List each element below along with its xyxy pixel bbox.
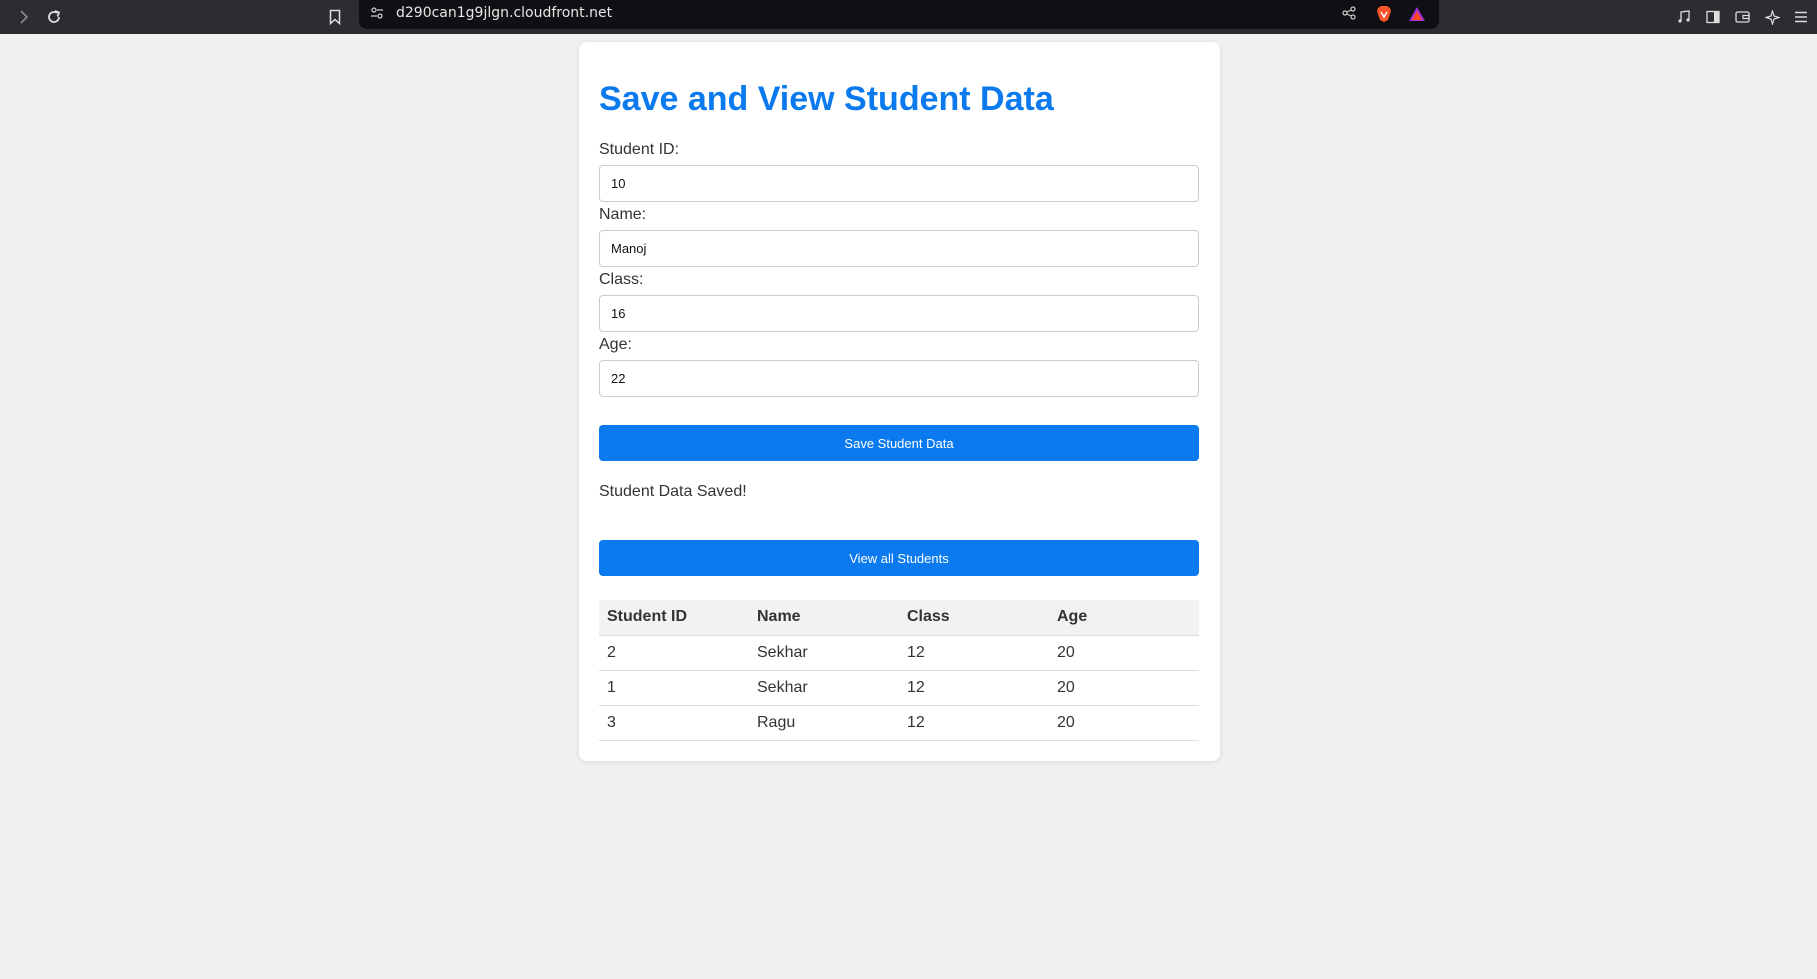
media-icon[interactable] (1670, 0, 1698, 34)
cell-class: 12 (899, 670, 1049, 706)
name-input[interactable] (599, 230, 1199, 267)
site-settings-icon[interactable] (368, 4, 386, 22)
column-header-age: Age (1049, 600, 1199, 636)
column-header-name: Name (749, 600, 899, 636)
cell-student-id: 3 (599, 705, 749, 741)
status-message: Student Data Saved! (599, 483, 747, 500)
forward-icon[interactable] (10, 0, 38, 34)
cell-name: Sekhar (749, 635, 899, 671)
table-row: 2 Sekhar 12 20 (599, 635, 1199, 671)
brave-shields-icon[interactable] (1375, 5, 1393, 23)
cell-age: 20 (1049, 705, 1199, 741)
table-header-row: Student ID Name Class Age (599, 600, 1199, 636)
save-student-button[interactable]: Save Student Data (599, 425, 1199, 461)
class-input[interactable] (599, 295, 1199, 332)
table-row: 1 Sekhar 12 20 (599, 670, 1199, 706)
cell-class: 12 (899, 705, 1049, 741)
bookmark-icon[interactable] (321, 0, 349, 34)
student-id-label: Student ID: (599, 141, 680, 158)
column-header-class: Class (899, 600, 1049, 636)
url-text[interactable]: d290can1g9jlgn.cloudfront.net (396, 0, 612, 26)
cell-class: 12 (899, 635, 1049, 671)
view-all-students-button[interactable]: View all Students (599, 540, 1199, 576)
reload-icon[interactable] (40, 0, 68, 34)
cell-student-id: 2 (599, 635, 749, 671)
column-header-student-id: Student ID (599, 600, 749, 636)
share-icon[interactable] (1335, 0, 1363, 26)
wallet-icon[interactable] (1728, 0, 1756, 34)
page-title: Save and View Student Data (599, 80, 1054, 118)
age-label: Age: (599, 336, 632, 353)
students-table: Student ID Name Class Age 2 Sekhar 12 20… (599, 600, 1199, 741)
student-form-card: Save and View Student Data Student ID: N… (579, 42, 1220, 761)
address-bar[interactable]: d290can1g9jlgn.cloudfront.net (359, 0, 1439, 29)
cell-age: 20 (1049, 670, 1199, 706)
student-id-input[interactable] (599, 165, 1199, 202)
cell-name: Sekhar (749, 670, 899, 706)
sidebar-icon[interactable] (1699, 0, 1727, 34)
class-label: Class: (599, 271, 644, 288)
table-row: 3 Ragu 12 20 (599, 705, 1199, 741)
name-label: Name: (599, 206, 647, 223)
age-input[interactable] (599, 360, 1199, 397)
menu-icon[interactable] (1787, 0, 1815, 34)
brave-rewards-icon[interactable] (1408, 5, 1426, 23)
cell-age: 20 (1049, 635, 1199, 671)
leo-ai-icon[interactable] (1758, 0, 1786, 34)
cell-name: Ragu (749, 705, 899, 741)
browser-toolbar: d290can1g9jlgn.cloudfront.net (0, 0, 1817, 34)
cell-student-id: 1 (599, 670, 749, 706)
